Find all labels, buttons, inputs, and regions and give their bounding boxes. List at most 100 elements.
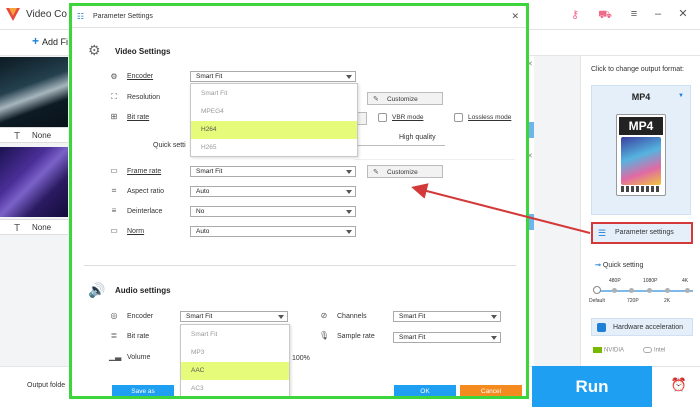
video-thumbnail[interactable] (0, 147, 68, 217)
slider-icon: ⊸ (595, 262, 601, 269)
intel-label: Intel (654, 347, 666, 354)
pencil-icon: ✎ (373, 169, 379, 176)
sample-rate-select[interactable]: Smart Fit (393, 332, 501, 343)
channels-value: Smart Fit (399, 313, 426, 320)
quick-setting-slider[interactable] (595, 290, 693, 292)
mp4-icon-label: MP4 (619, 117, 663, 135)
caret-down-icon (346, 75, 352, 79)
alarm-clock-icon[interactable]: ⏰ (670, 376, 688, 394)
encoder-icon: ⚙ (110, 72, 118, 81)
caret-down-icon (346, 230, 352, 234)
resolution-customize-button[interactable]: ✎ Customize (367, 92, 443, 105)
sliders-icon: ☰ (598, 228, 607, 238)
channels-select[interactable]: Smart Fit (393, 311, 501, 322)
aspect-ratio-value: Auto (196, 188, 210, 195)
aspect-ratio-select[interactable]: Auto (190, 186, 356, 197)
quick-slider-stop[interactable] (647, 288, 652, 293)
hardware-acceleration-toggle[interactable]: Hardware acceleration (591, 318, 693, 336)
option-label: AAC (191, 367, 205, 374)
key-icon[interactable]: ⚷ (568, 8, 582, 22)
parameter-settings-button[interactable]: ☰ Parameter settings (591, 222, 693, 244)
bitrate-icon: ⊞ (110, 112, 118, 121)
vbr-mode-checkbox[interactable] (378, 113, 387, 122)
dropdown-option[interactable]: Smart Fit (191, 85, 357, 103)
audio-encoder-icon: ◎ (110, 311, 118, 320)
dropdown-option-selected[interactable]: H264 (191, 121, 357, 139)
customize-label: Customize (387, 96, 418, 103)
text-icon: T (14, 131, 21, 142)
audio-bitrate-label: Bit rate (127, 333, 150, 340)
save-as-button[interactable]: Save as (112, 385, 174, 396)
resolution-label: Resolution (127, 94, 161, 101)
option-label: Smart Fit (201, 90, 228, 97)
quick-slider-stop[interactable] (665, 288, 670, 293)
output-format-card[interactable]: MP4 ▼ MP4 (591, 85, 691, 215)
audio-encoder-select[interactable]: Smart Fit (180, 311, 288, 322)
quick-slider-stop[interactable] (629, 288, 634, 293)
deinterlace-label: Deinterlace (127, 208, 163, 215)
dropdown-option[interactable]: MP3 (181, 344, 289, 362)
run-button[interactable]: Run (532, 366, 652, 407)
dropdown-option[interactable]: AC3 (181, 380, 289, 396)
quick-setting-label: Quick setti (153, 142, 186, 149)
quick-label-bottom: 720P (627, 298, 639, 304)
frame-rate-customize-button[interactable]: ✎ Customize (367, 165, 443, 178)
output-panel: Click to change output format: MP4 ▼ MP4… (580, 56, 700, 366)
quick-setting-label: Quick setting (602, 262, 644, 269)
caret-down-icon (491, 315, 497, 319)
quick-slider-stop[interactable] (612, 288, 617, 293)
volume-icon: ▁▃ (109, 352, 122, 361)
dropdown-option[interactable]: Smart Fit (181, 326, 289, 344)
menu-icon[interactable]: ≡ (626, 6, 642, 22)
aspect-ratio-label: Aspect ratio (127, 188, 164, 195)
lossless-mode-checkbox[interactable] (454, 113, 463, 122)
intel-option[interactable]: Intel (643, 347, 665, 354)
film-art (621, 137, 661, 185)
microphone-icon: 🎙 (319, 331, 330, 340)
quick-label-top: 480P (609, 278, 621, 284)
dropdown-option[interactable]: H265 (191, 139, 357, 157)
video-thumbnail[interactable] (0, 57, 68, 127)
dialog-close-icon[interactable]: ✕ (511, 11, 519, 22)
channels-label: Channels (337, 313, 367, 320)
close-icon[interactable]: ✕ (675, 6, 691, 22)
frame-rate-icon: ▭ (110, 166, 118, 175)
minimize-icon[interactable]: – (650, 6, 666, 22)
subtitle-value[interactable]: None (32, 223, 51, 232)
audio-encoder-dropdown: Smart Fit MP3 AAC AC3 (180, 324, 290, 396)
channels-icon: ⊘ (320, 311, 328, 320)
section-divider (84, 265, 516, 266)
cart-icon[interactable]: ⛟ (598, 8, 612, 22)
output-format-hint: Click to change output format: (591, 66, 684, 73)
subtitle-value[interactable]: None (32, 131, 51, 140)
deinterlace-select[interactable]: No (190, 206, 356, 217)
dropdown-option[interactable]: MPEG4 (191, 103, 357, 121)
deinterlace-icon: ≡ (111, 206, 117, 215)
video-encoder-select[interactable]: Smart Fit (190, 71, 356, 82)
option-label: H265 (201, 144, 217, 151)
cancel-button[interactable]: Cancel (460, 385, 522, 396)
dropdown-option-selected[interactable]: AAC (181, 362, 289, 380)
frame-rate-select[interactable]: Smart Fit (190, 166, 356, 177)
option-label: MP3 (191, 349, 205, 356)
ok-button[interactable]: OK (394, 385, 456, 396)
option-label: MPEG4 (201, 108, 224, 115)
norm-select[interactable]: Auto (190, 226, 356, 237)
quick-slider-stop[interactable] (685, 288, 690, 293)
audio-encoder-value: Smart Fit (186, 313, 213, 320)
mp4-format-icon: MP4 (616, 114, 666, 196)
plus-icon: + (32, 34, 40, 48)
customize-label: Customize (387, 169, 418, 176)
quick-slider-handle[interactable] (593, 286, 601, 294)
nvidia-option[interactable]: NVIDIA (593, 347, 624, 354)
caret-down-icon (278, 315, 284, 319)
parameter-settings-label: Parameter settings (615, 229, 674, 236)
quick-label-bottom: Default (589, 298, 605, 304)
caret-down-icon (491, 336, 497, 340)
encoder-label: Encoder (127, 73, 154, 80)
app-logo-icon (6, 8, 20, 21)
quality-slider[interactable] (355, 145, 445, 146)
caret-down-icon (346, 210, 352, 214)
add-files-button[interactable]: + Add Fi (32, 34, 68, 48)
sample-rate-label: Sample rate (337, 333, 375, 340)
